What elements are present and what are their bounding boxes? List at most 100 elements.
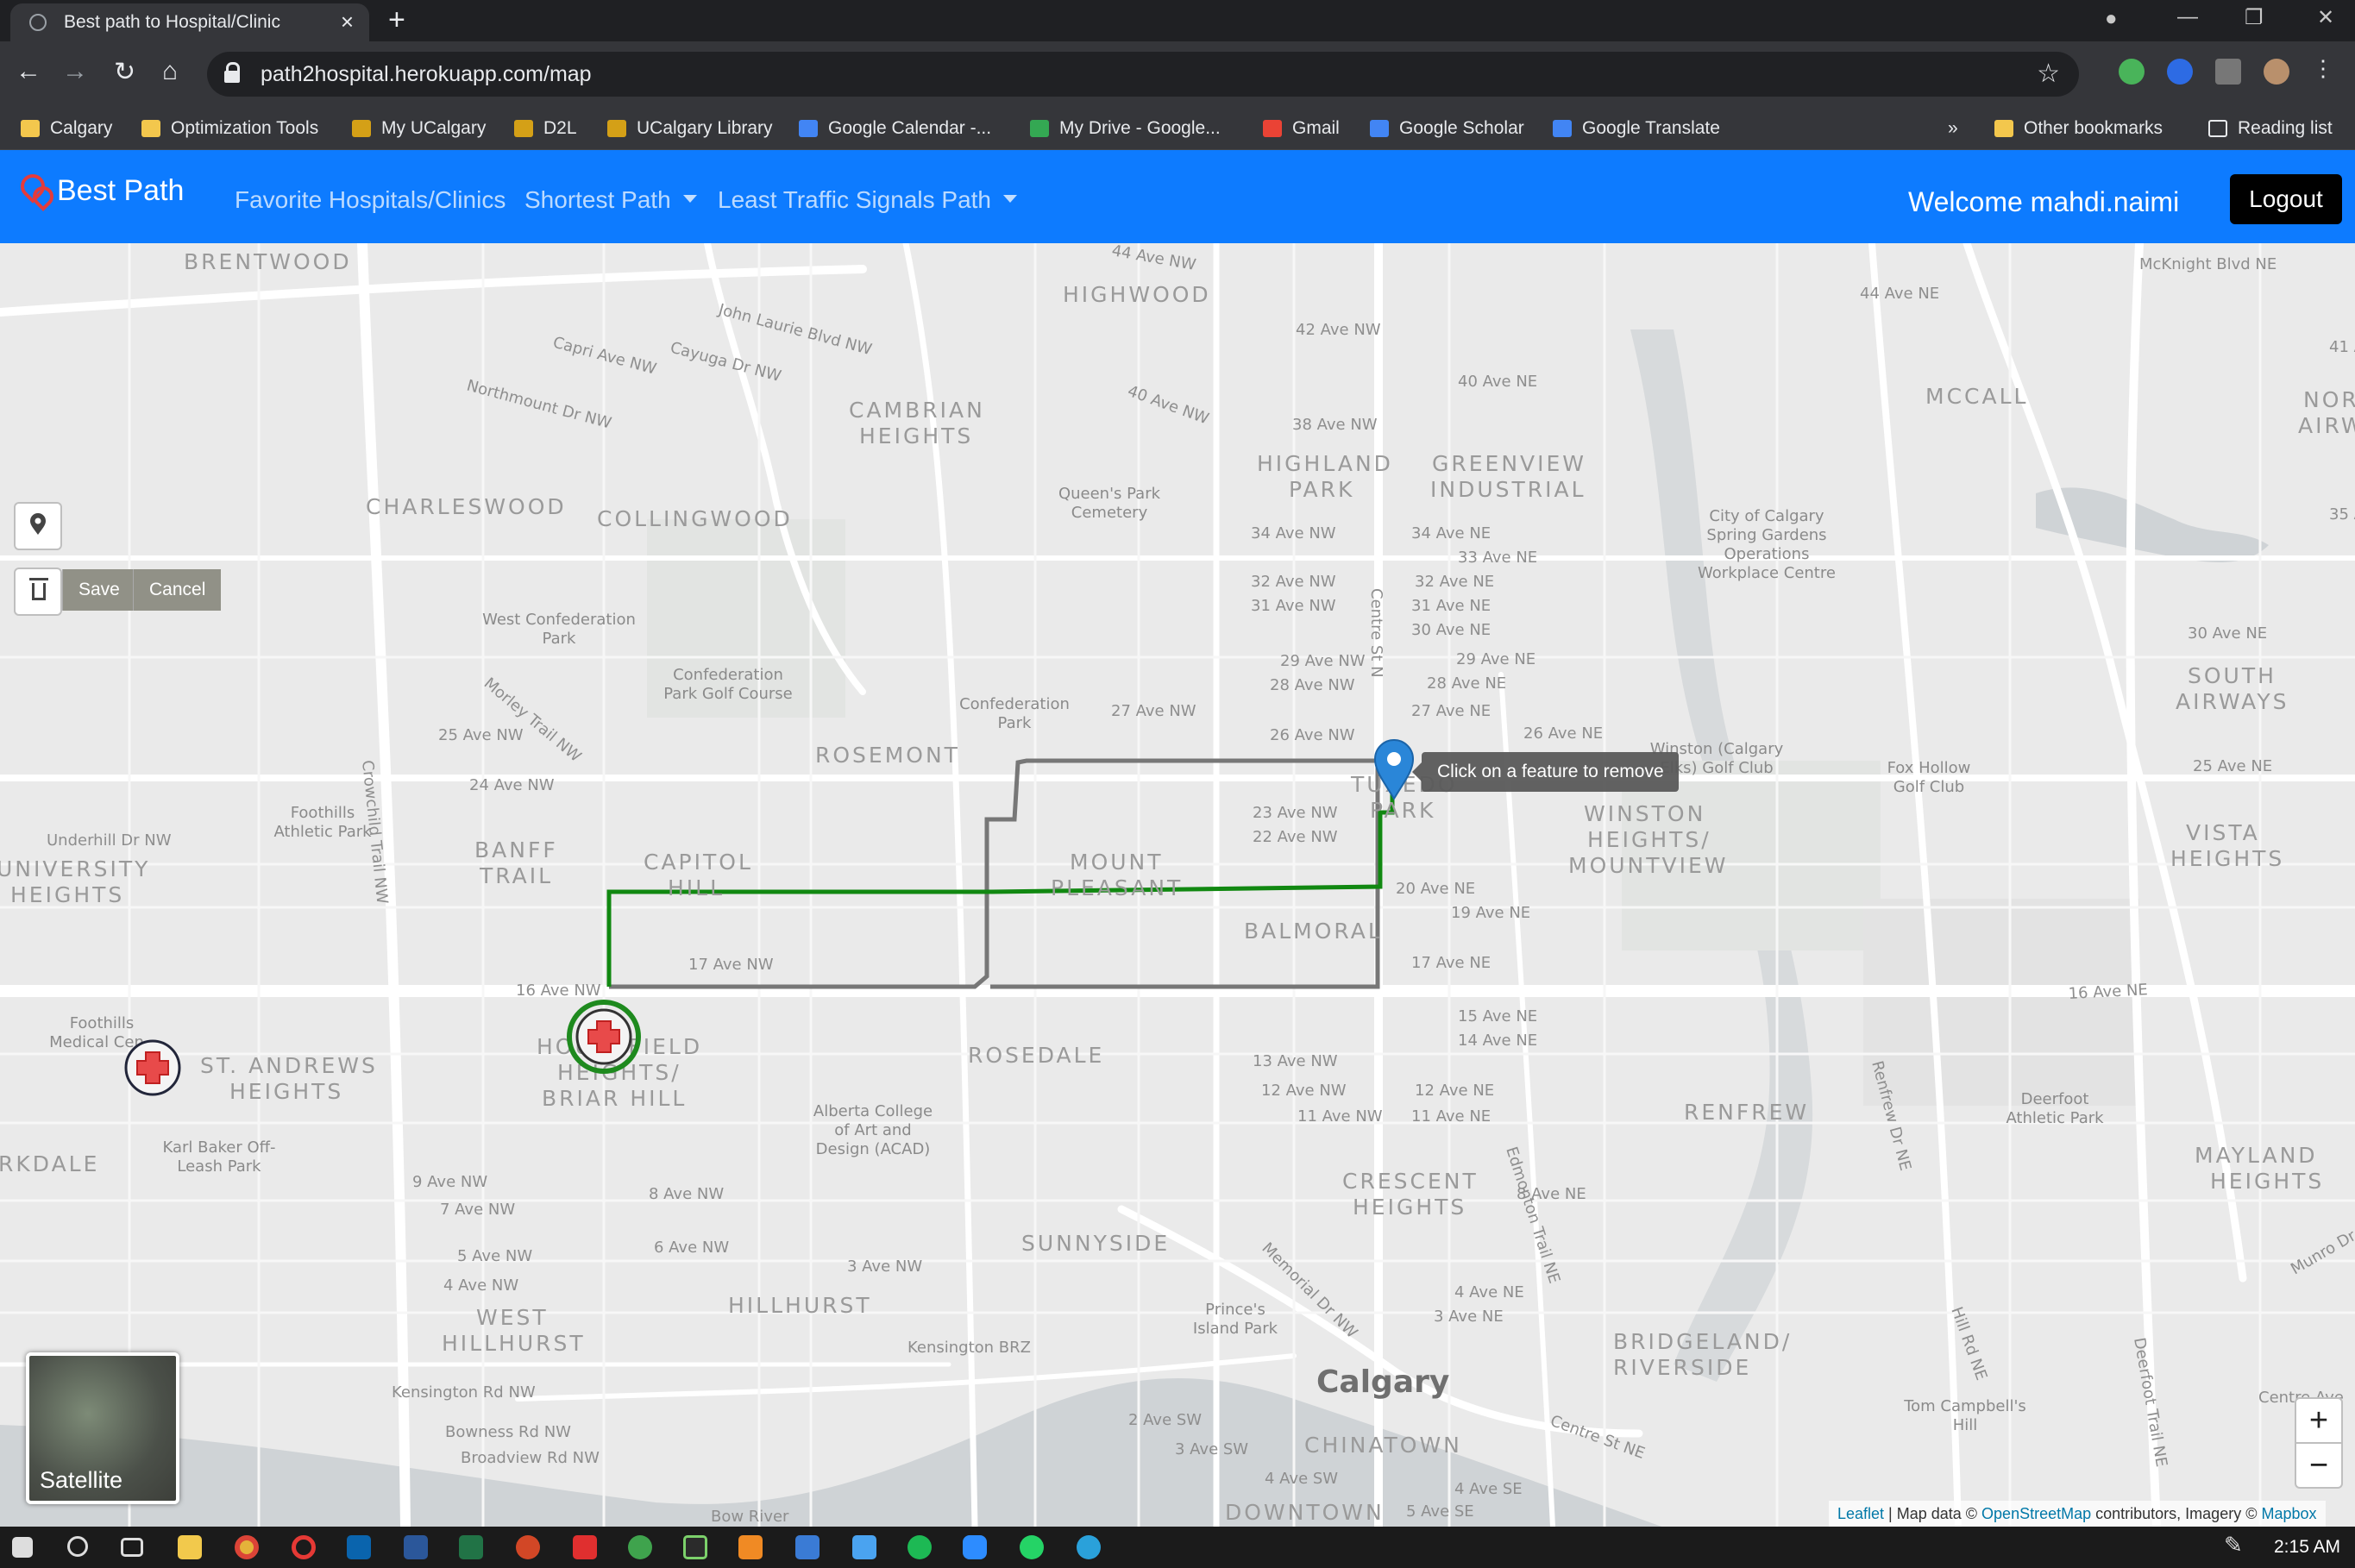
street-label: 30 Ave NE	[2188, 624, 2267, 643]
logout-button[interactable]: Logout	[2230, 174, 2342, 224]
area-label: HEIGHTS	[229, 1079, 343, 1104]
windows-start-icon[interactable]	[12, 1537, 33, 1558]
pen-icon[interactable]: ✎	[2224, 1532, 2248, 1558]
word-icon[interactable]	[404, 1535, 428, 1559]
map-pin-logo-icon	[19, 172, 47, 207]
area-label: CHARLESWOOD	[366, 494, 567, 519]
translate-icon	[1553, 120, 1572, 137]
area-label: HILLHURST	[728, 1293, 872, 1318]
file-explorer-icon[interactable]	[178, 1535, 202, 1559]
osm-link[interactable]: OpenStreetMap	[1981, 1505, 2091, 1522]
app-icon[interactable]	[628, 1535, 652, 1559]
puzzle-icon[interactable]	[2215, 59, 2241, 85]
street-label: 16 Ave NW	[516, 982, 601, 1000]
street-label: 28 Ave NE	[1427, 674, 1506, 693]
excel-icon[interactable]	[459, 1535, 483, 1559]
clock[interactable]: 2:15 AM	[2274, 1537, 2340, 1558]
profile-menu-icon[interactable]: ●	[2105, 7, 2118, 31]
menu-dots-icon[interactable]: ⋮	[2312, 55, 2338, 81]
area-label: DOWNTOWN	[1225, 1500, 1385, 1525]
minimize-icon[interactable]: —	[2177, 5, 2198, 29]
telegram-icon[interactable]	[1077, 1535, 1101, 1559]
extension-icon[interactable]	[2119, 59, 2145, 85]
nav-favorite-hospitals[interactable]: Favorite Hospitals/Clinics	[235, 186, 506, 214]
forward-icon[interactable]: →	[62, 57, 88, 86]
acrobat-icon[interactable]	[573, 1535, 597, 1559]
brand-link[interactable]: Best Path	[19, 172, 184, 208]
bookmark-d2l[interactable]: D2L	[514, 107, 577, 150]
other-bookmarks[interactable]: Other bookmarks	[1994, 107, 2163, 150]
whatsapp-icon[interactable]	[1020, 1535, 1044, 1559]
street-label: 38 Ave NW	[1292, 416, 1378, 434]
park-label: of Art and	[834, 1121, 911, 1139]
bookmark-star-icon[interactable]: ☆	[2037, 59, 2060, 89]
area-label: UNIVERSITY	[0, 856, 150, 881]
save-button[interactable]: Save	[62, 569, 135, 611]
bookmark-gmail[interactable]: Gmail	[1263, 107, 1340, 150]
zoom-icon[interactable]	[963, 1535, 987, 1559]
area-label: HILL	[668, 875, 725, 900]
bookmark-google-calendar[interactable]: Google Calendar -...	[799, 107, 991, 150]
bookmark-optimization-tools[interactable]: Optimization Tools	[141, 107, 318, 150]
cancel-button[interactable]: Cancel	[133, 569, 222, 611]
powerpoint-icon[interactable]	[516, 1535, 540, 1559]
zoom-out-button[interactable]: −	[2295, 1442, 2343, 1489]
restore-icon[interactable]: ❐	[2245, 5, 2264, 30]
draw-marker-button[interactable]	[14, 502, 62, 550]
bookmark-google-translate[interactable]: Google Translate	[1553, 107, 1720, 150]
close-window-icon[interactable]: ✕	[2317, 5, 2334, 30]
park-label: Karl Baker Off-	[162, 1138, 275, 1157]
task-view-icon[interactable]	[121, 1538, 143, 1557]
outlook-icon[interactable]	[347, 1535, 371, 1559]
avatar[interactable]	[2264, 59, 2289, 85]
area-label: HEIGHTS	[2170, 846, 2284, 871]
extension-pause-icon[interactable]	[2167, 59, 2193, 85]
back-icon[interactable]: ←	[16, 57, 41, 86]
satellite-label: Satellite	[40, 1467, 123, 1493]
delete-layers-button[interactable]	[14, 568, 62, 616]
map-tiles: BRENTWOOD HIGHWOOD CAMBRIAN HEIGHTS HIGH…	[0, 243, 2355, 1527]
remove-feature-tooltip: Click on a feature to remove	[1412, 752, 1679, 792]
street-label: 4 Ave NW	[443, 1276, 518, 1295]
todo-icon[interactable]	[795, 1535, 820, 1559]
bookmarks-overflow-button[interactable]: »	[1948, 107, 1958, 150]
home-icon[interactable]: ⌂	[162, 57, 178, 86]
reading-list[interactable]: Reading list	[2208, 107, 2333, 150]
area-label: INDUSTRIAL	[1430, 477, 1586, 502]
reload-icon[interactable]: ↻	[114, 57, 135, 87]
pycharm-icon[interactable]	[683, 1535, 707, 1559]
nav-shortest-path[interactable]: Shortest Path	[524, 186, 697, 214]
spotify-icon[interactable]	[907, 1535, 932, 1559]
park-label: Park	[998, 714, 1032, 732]
satellite-layer-toggle[interactable]: Satellite	[26, 1352, 179, 1504]
bookmark-google-scholar[interactable]: Google Scholar	[1370, 107, 1524, 150]
park-label: Island Park	[1193, 1320, 1278, 1338]
bookmark-my-ucalgary[interactable]: My UCalgary	[352, 107, 486, 150]
hospital-marker-foothills[interactable]	[124, 1039, 181, 1096]
chrome-icon[interactable]	[235, 1535, 259, 1559]
leaflet-link[interactable]: Leaflet	[1837, 1505, 1884, 1522]
nav-least-traffic-signals-path[interactable]: Least Traffic Signals Path	[718, 186, 1017, 214]
street-label: 27 Ave NW	[1111, 702, 1196, 720]
mapbox-link[interactable]: Mapbox	[2261, 1505, 2316, 1522]
close-tab-icon[interactable]: ×	[341, 9, 354, 35]
park-label: Leash Park	[177, 1157, 261, 1176]
matlab-icon[interactable]	[738, 1535, 763, 1559]
address-bar[interactable]: path2hospital.herokuapp.com/map ☆	[207, 52, 2079, 97]
new-tab-icon[interactable]: +	[388, 3, 405, 37]
map-view[interactable]: BRENTWOOD HIGHWOOD CAMBRIAN HEIGHTS HIGH…	[0, 243, 2355, 1527]
notes-icon[interactable]	[852, 1535, 876, 1559]
bookmark-ucalgary-library[interactable]: UCalgary Library	[607, 107, 773, 150]
lock-icon[interactable]	[224, 62, 240, 85]
bookmark-my-drive[interactable]: My Drive - Google...	[1030, 107, 1221, 150]
area-label: HIGHWOOD	[1063, 282, 1211, 307]
browser-tab[interactable]: Best path to Hospital/Clinic ×	[10, 3, 369, 41]
bookmark-calgary[interactable]: Calgary	[21, 107, 112, 150]
hospital-marker-primary[interactable]	[567, 1000, 641, 1074]
opera-icon[interactable]	[292, 1535, 316, 1559]
area-label: MOUNTVIEW	[1568, 853, 1729, 878]
street-label: Munro Dr	[2288, 1226, 2355, 1278]
zoom-in-button[interactable]: +	[2295, 1397, 2343, 1444]
park-label: Spring Gardens	[1706, 526, 1826, 544]
search-icon[interactable]	[67, 1536, 88, 1557]
